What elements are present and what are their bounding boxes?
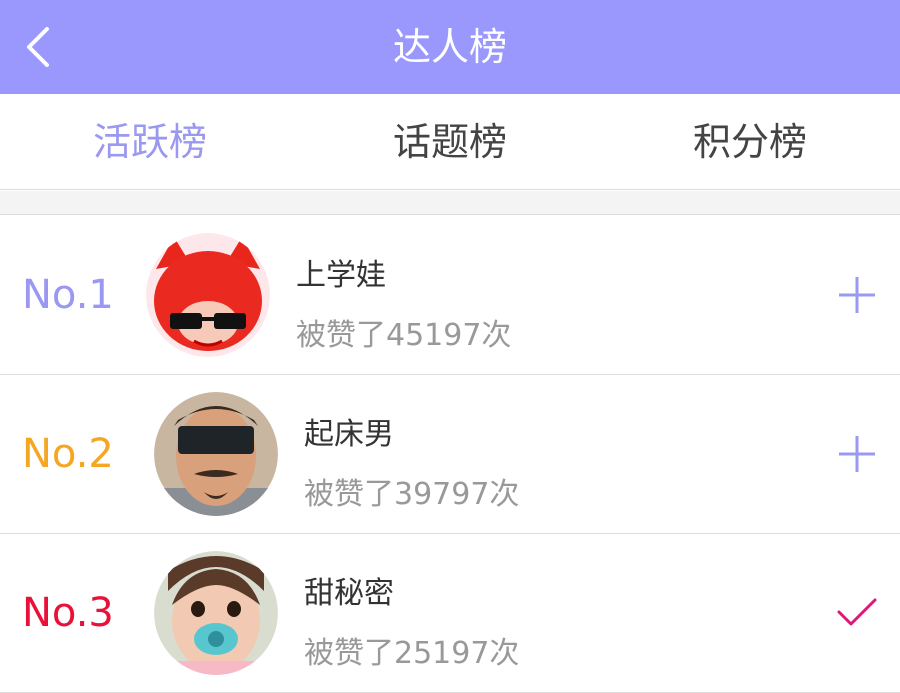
check-icon: [837, 598, 877, 626]
page-title: 达人榜: [392, 25, 507, 69]
rank-label: No.2: [22, 431, 114, 477]
plus-icon: [839, 277, 875, 313]
user-name[interactable]: 甜秘密: [304, 568, 394, 612]
rank-label: No.1: [22, 272, 114, 318]
like-count: 被赞了39797次: [304, 477, 520, 512]
section-divider: [0, 191, 900, 215]
top-bar: 达人榜: [0, 0, 900, 94]
ranking-row[interactable]: No.2 起床男 被赞了39797次: [0, 375, 900, 534]
avatar[interactable]: [154, 551, 278, 675]
avatar[interactable]: [154, 392, 278, 516]
like-count: 被赞了25197次: [304, 636, 520, 671]
follow-button[interactable]: [830, 268, 884, 322]
like-count: 被赞了45197次: [296, 318, 512, 353]
ranking-row[interactable]: No.1 上学娃 被赞了45197次: [0, 216, 900, 375]
following-button[interactable]: [830, 586, 884, 640]
rank-label: No.3: [22, 590, 114, 636]
tab-bar: 活跃榜 话题榜 积分榜: [0, 94, 900, 190]
tab-active[interactable]: 活跃榜: [0, 94, 300, 190]
tab-topic[interactable]: 话题榜: [300, 94, 600, 190]
user-name[interactable]: 上学娃: [296, 250, 386, 294]
user-name[interactable]: 起床男: [304, 409, 394, 453]
ranking-row[interactable]: No.3 甜秘密 被赞了25197次: [0, 534, 900, 693]
follow-button[interactable]: [830, 427, 884, 481]
avatar[interactable]: [146, 233, 270, 357]
plus-icon: [839, 436, 875, 472]
tab-points[interactable]: 积分榜: [600, 94, 900, 190]
